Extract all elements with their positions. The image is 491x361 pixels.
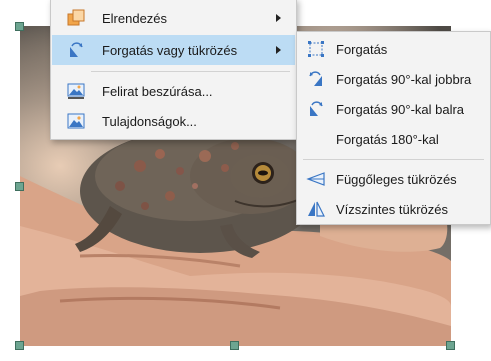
menu-item-label: Tulajdonságok... [102,113,197,129]
submenu-arrow-icon [276,14,281,22]
menu-item-insert-caption[interactable]: Felirat beszúrása... [52,76,295,106]
resize-handle-top-left[interactable] [15,22,24,31]
properties-icon [66,111,86,131]
rotate-flip-icon [66,40,86,60]
submenu-item-label: Forgatás [336,41,388,57]
flip-horizontal-icon [306,199,326,219]
rotate-flip-submenu: Forgatás Forgatás 90°-kal jobbra Forgatá… [296,31,491,225]
submenu-item-label: Vízszintes tükrözés [336,201,448,217]
menu-item-properties[interactable]: Tulajdonságok... [52,106,295,136]
resize-handle-bottom-left[interactable] [15,341,24,350]
resize-handle-bottom[interactable] [230,341,239,350]
submenu-item-rotate-right[interactable]: Forgatás 90°-kal jobbra [298,64,489,94]
resize-handle-bottom-right[interactable] [446,341,455,350]
context-menu: Elrendezés Forgatás vagy tükrözés Felira… [50,0,297,140]
resize-handle-left[interactable] [15,182,24,191]
rotate-left-icon [306,99,326,119]
menu-separator [91,71,290,72]
submenu-item-rotate-left[interactable]: Forgatás 90°-kal balra [298,94,489,124]
menu-item-label: Felirat beszúrása... [102,83,213,99]
submenu-arrow-icon [276,46,281,54]
rotate-right-icon [306,69,326,89]
menu-item-arrange[interactable]: Elrendezés [52,3,295,33]
submenu-item-rotate-180[interactable]: Forgatás 180°-kal [298,124,489,154]
submenu-item-label: Forgatás 90°-kal jobbra [336,71,472,87]
menu-item-label: Elrendezés [102,10,168,26]
submenu-item-flip-vertical[interactable]: Függőleges tükrözés [298,164,489,194]
menu-item-label: Forgatás vagy tükrözés [102,42,238,58]
insert-caption-icon [66,81,86,101]
menu-item-rotate-flip[interactable]: Forgatás vagy tükrözés [52,35,295,65]
menu-separator [303,159,484,160]
submenu-item-rotate[interactable]: Forgatás [298,34,489,64]
submenu-item-label: Függőleges tükrözés [336,171,457,187]
submenu-item-label: Forgatás 90°-kal balra [336,101,465,117]
submenu-item-flip-horizontal[interactable]: Vízszintes tükrözés [298,194,489,224]
arrange-icon [66,8,86,28]
rotate-icon [306,39,326,59]
flip-vertical-icon [306,169,326,189]
submenu-item-label: Forgatás 180°-kal [336,131,439,147]
